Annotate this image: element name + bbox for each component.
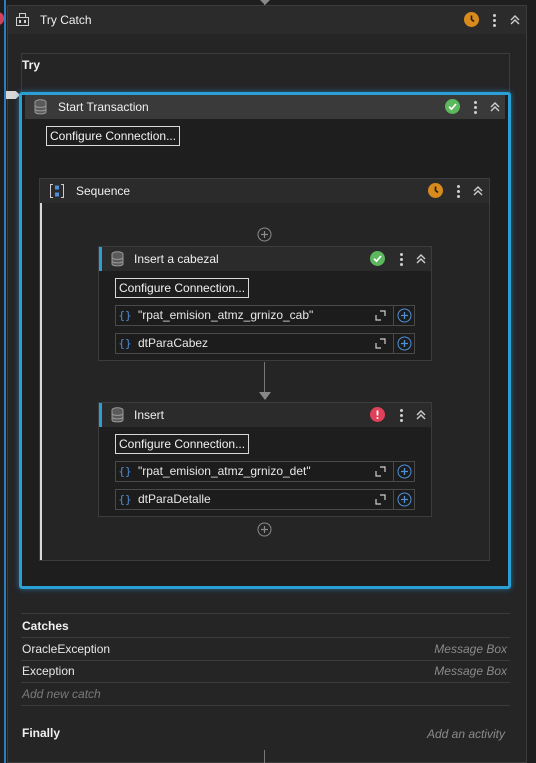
flow-connector [264,362,265,392]
catches-label: Catches [22,619,69,633]
expression-icon: {} [118,309,132,322]
expand-editor-icon[interactable] [375,494,386,505]
catch-row[interactable]: OracleException Message Box [21,638,510,660]
expression-icon: {} [118,337,132,350]
valid-check-icon [370,251,385,266]
database-icon [111,407,124,423]
add-argument-button[interactable] [393,306,414,325]
table-name-value: "rpat_emision_atmz_grnizo_cab" [138,308,314,322]
sequence-left-bar [40,203,42,560]
datatable-field[interactable]: {} dtParaDetalle [115,489,415,510]
collapse-icon[interactable] [415,253,427,265]
catch-handler: Message Box [434,664,507,678]
collapse-icon[interactable] [415,409,427,421]
configure-connection-button[interactable]: Configure Connection... [115,434,250,454]
catch-exception-type: Exception [22,664,75,678]
add-argument-button[interactable] [393,334,414,353]
add-activity-plus-icon[interactable] [257,227,272,242]
datatable-field[interactable]: {} dtParaCabez [115,333,415,354]
insert-header[interactable]: Insert [99,403,431,427]
expression-icon: {} [118,465,132,478]
try-section [21,53,510,94]
try-catch-icon [16,13,29,26]
validation-error-icon[interactable] [370,407,385,422]
timer-warning-icon [464,12,479,27]
expand-editor-icon[interactable] [375,310,386,321]
start-transaction-header[interactable]: Start Transaction [25,95,505,119]
more-options-icon[interactable] [396,408,406,422]
database-icon [111,251,124,267]
expression-icon: {} [118,493,132,506]
try-catch-header[interactable]: Try Catch [8,6,526,34]
sequence-icon [50,184,64,198]
datatable-value: dtParaDetalle [138,492,211,506]
expand-editor-icon[interactable] [375,338,386,349]
table-name-field[interactable]: {} "rpat_emision_atmz_grnizo_det" [115,461,415,482]
sequence-header[interactable]: Sequence [40,179,489,203]
expand-editor-icon[interactable] [375,466,386,477]
timer-warning-icon [428,183,443,198]
sequence-title: Sequence [76,184,131,198]
insert-cabezal-title: Insert a cabezal [134,252,219,266]
start-transaction-title: Start Transaction [58,100,149,114]
add-activity-placeholder[interactable]: Add an activity [427,727,505,741]
insert-cabezal-header[interactable]: Insert a cabezal [99,247,431,271]
catch-row[interactable]: Exception Message Box [21,661,510,683]
configure-connection-button[interactable]: Configure Connection... [115,278,250,298]
configure-connection-button[interactable]: Configure Connection... [46,126,181,146]
finally-label: Finally [22,726,61,740]
more-options-icon[interactable] [470,100,480,114]
collapse-icon[interactable] [472,185,484,197]
table-name-field[interactable]: {} "rpat_emision_atmz_grnizo_cab" [115,305,415,326]
catch-row-divider [21,682,510,683]
add-activity-plus-icon[interactable] [257,522,272,537]
try-label: Try [22,58,41,72]
more-options-icon[interactable] [396,252,406,266]
finally-divider [21,705,510,706]
table-name-value: "rpat_emision_atmz_grnizo_det" [138,464,311,478]
left-selection-bar [4,0,6,763]
more-options-icon[interactable] [489,13,499,27]
flow-arrow-icon [259,392,271,400]
insert-title: Insert [134,408,165,422]
collapse-icon[interactable] [489,101,501,113]
valid-check-icon [445,99,460,114]
more-options-icon[interactable] [453,184,463,198]
bottom-connector [264,750,265,763]
catches-divider [21,613,510,614]
add-argument-button[interactable] [393,462,414,481]
catch-handler: Message Box [434,642,507,656]
collapse-icon[interactable] [509,14,521,26]
add-new-catch-link[interactable]: Add new catch [22,687,101,701]
database-icon [34,99,47,115]
try-catch-title: Try Catch [40,13,92,27]
add-argument-button[interactable] [393,490,414,509]
catch-exception-type: OracleException [22,642,111,656]
datatable-value: dtParaCabez [138,336,209,350]
